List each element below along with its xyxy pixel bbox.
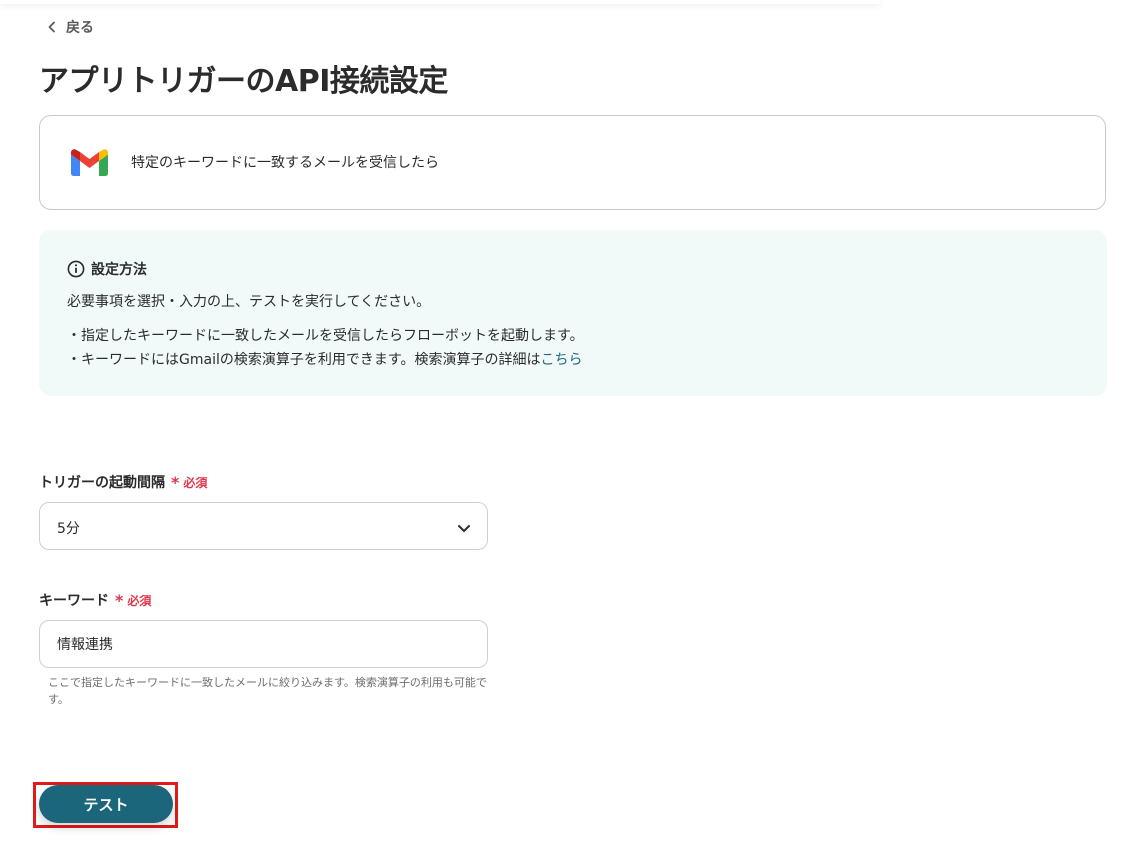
page-title: アプリトリガーのAPI接続設定 [39, 64, 448, 99]
test-button[interactable]: テスト [39, 785, 173, 823]
trigger-description: 特定のキーワードに一致するメールを受信したら [131, 155, 439, 171]
info-box: 設定方法 必要事項を選択・入力の上、テストを実行してください。 ・指定したキーワ… [39, 230, 1107, 396]
info-bullet-1: ・指定したキーワードに一致したメールを受信したらフローボットを起動します。 [67, 328, 584, 344]
keyword-help-text: ここで指定したキーワードに一致したメールに絞り込みます。検索演算子の利用も可能で… [48, 676, 487, 706]
keyword-input[interactable] [39, 620, 488, 668]
info-bullet-2: ・キーワードにはGmailの検索演算子を利用できます。検索演算子の詳細はこちら [67, 349, 582, 369]
gmail-logo-icon [71, 149, 108, 176]
keyword-label-text: キーワード [39, 593, 109, 609]
required-star: * [115, 590, 124, 610]
required-badge: 必須 [127, 593, 152, 608]
info-heading-text: 設定方法 [91, 262, 147, 278]
info-heading: 設定方法 [67, 259, 147, 279]
chevron-left-icon [48, 21, 55, 33]
required-star: * [171, 472, 180, 492]
top-bar-shadow [0, 0, 880, 4]
keyword-field-label: キーワード * 必須 [39, 590, 151, 610]
info-intro: 必要事項を選択・入力の上、テストを実行してください。 [67, 294, 431, 310]
back-link-label: 戻る [66, 20, 94, 36]
info-bullet-2-text: ・キーワードにはGmailの検索演算子を利用できます。検索演算子の詳細は [67, 352, 541, 368]
interval-label-text: トリガーの起動間隔 [39, 475, 165, 491]
interval-select-value: 5分 [57, 521, 80, 537]
back-link[interactable]: 戻る [46, 17, 94, 37]
required-badge: 必須 [183, 475, 208, 490]
search-operator-details-link[interactable]: こちら [540, 352, 582, 368]
interval-field-label: トリガーの起動間隔 * 必須 [39, 472, 207, 492]
interval-select[interactable]: 5分 [39, 502, 488, 550]
info-icon [67, 260, 85, 278]
trigger-card: 特定のキーワードに一致するメールを受信したら [39, 115, 1106, 210]
chevron-down-icon [458, 525, 470, 532]
